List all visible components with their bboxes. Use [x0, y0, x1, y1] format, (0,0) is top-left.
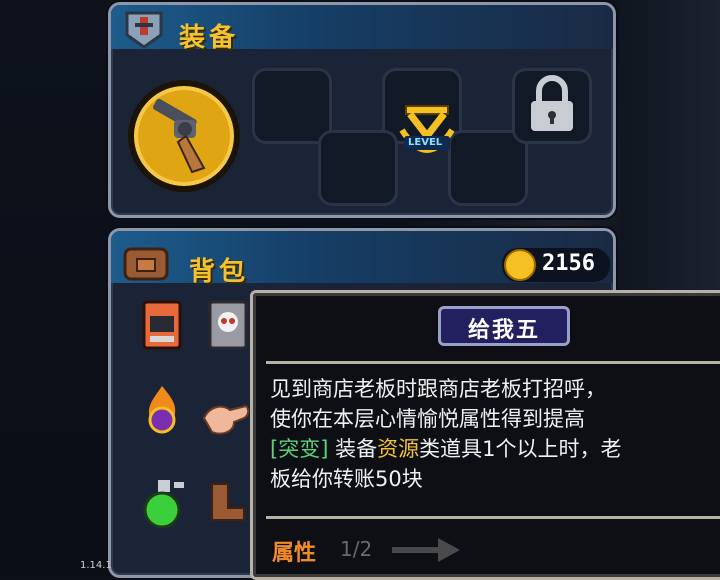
- helmet-icon: [121, 9, 167, 53]
- item-name: 给我五: [467, 318, 540, 343]
- hand-icon: [202, 404, 250, 435]
- bag-item-green-potion[interactable]: [138, 478, 186, 529]
- bag-item-high-five-hand[interactable]: [200, 396, 250, 444]
- revolver-icon: [153, 98, 206, 174]
- bag-item-vending-machine[interactable]: [138, 300, 186, 350]
- coin-counter: 2156: [502, 248, 610, 282]
- coin-count: 2156: [542, 251, 595, 276]
- level-badge-text: LEVEL: [408, 137, 443, 148]
- bag-item-boots[interactable]: [204, 478, 252, 526]
- potion-icon: [143, 480, 184, 529]
- tooltip-divider-bottom: [266, 516, 720, 519]
- desc-line-1: 见到商店老板时跟商店老板打招呼，: [270, 377, 606, 401]
- vending-machine-icon: [142, 300, 182, 350]
- lock-icon: [531, 75, 573, 131]
- desc-line-3a: 装备: [328, 437, 378, 461]
- item-description: 见到商店老板时跟商店老板打招呼， 使你在本层心情愉悦属性得到提高 [突变] 装备…: [270, 374, 720, 494]
- attributes-page-indicator: 1/2: [340, 537, 373, 561]
- desc-line-2: 使你在本层心情愉悦属性得到提高: [270, 407, 585, 431]
- equip-slot-locked[interactable]: [512, 68, 592, 144]
- desc-line-3b: 类道具1个以上时，老: [419, 437, 622, 461]
- level-up-badge: LEVEL: [392, 100, 462, 170]
- mutation-tag: [突变]: [270, 437, 329, 461]
- tooltip-divider-top: [266, 361, 720, 364]
- item-name-plate: 给我五: [438, 306, 570, 346]
- attributes-label[interactable]: 属性: [272, 535, 316, 567]
- backpack-icon: [121, 243, 171, 287]
- boots-icon: [211, 483, 245, 521]
- weapon-slot[interactable]: [128, 80, 240, 192]
- equip-slot-1[interactable]: [252, 68, 332, 144]
- bag-item-fire-orb[interactable]: [138, 384, 186, 434]
- resource-keyword: 资源: [377, 437, 420, 461]
- skull-machine-icon: [208, 300, 248, 350]
- equip-slot-3[interactable]: [318, 130, 398, 206]
- coin-icon: [504, 249, 536, 281]
- next-page-arrow-icon[interactable]: [392, 538, 462, 566]
- fire-orb-icon: [148, 386, 176, 434]
- version-label: 1.14.1: [80, 560, 112, 571]
- bag-item-skull-machine[interactable]: [204, 300, 252, 350]
- level-icon: [399, 105, 455, 153]
- backpack-title: 背包: [189, 257, 250, 287]
- desc-line-4: 板给你转账50块: [270, 467, 423, 491]
- equipment-title: 装备: [179, 23, 240, 53]
